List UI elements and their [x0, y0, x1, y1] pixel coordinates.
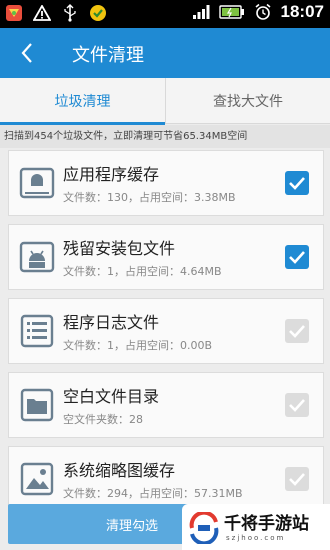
item-meta: 文件数：130，占用空间：3.38MB — [63, 191, 236, 204]
item-checkbox[interactable] — [285, 393, 309, 417]
app-cache-icon — [19, 165, 55, 201]
tab-label: 垃圾清理 — [54, 94, 111, 110]
list-item-thumbnail-cache[interactable]: 系统缩略图缓存 文件数：294，占用空间：57.31MB — [8, 446, 324, 512]
item-checkbox[interactable] — [285, 319, 309, 343]
list-item-log-files[interactable]: 程序日志文件 文件数：1，占用空间：0.00B — [8, 298, 324, 364]
item-meta: 文件数：1，占用空间：0.00B — [63, 339, 213, 352]
check-icon — [289, 251, 305, 264]
back-button[interactable] — [14, 38, 40, 68]
item-checkbox[interactable] — [285, 171, 309, 195]
page-title: 文件清理 — [72, 45, 144, 66]
tab-bar: 垃圾清理 查找大文件 — [0, 78, 330, 125]
app-icon — [4, 3, 24, 23]
item-meta: 文件数：1，占用空间：4.64MB — [63, 265, 222, 278]
android-package-icon — [19, 239, 55, 275]
status-time: 18:07 — [280, 2, 324, 21]
scan-summary: 扫描到454个垃圾文件，立即清理可节省65.34MB空间 — [0, 125, 330, 148]
item-name: 空白文件目录 — [63, 387, 160, 406]
watermark-url: szjhoo.com — [226, 534, 286, 542]
item-name: 程序日志文件 — [63, 313, 160, 332]
image-icon — [19, 461, 55, 497]
status-bar: 18:07 — [0, 0, 330, 28]
alarm-icon — [253, 2, 273, 22]
item-meta: 文件数：294，占用空间：57.31MB — [63, 487, 243, 500]
chevron-left-icon — [21, 43, 32, 63]
check-icon — [289, 325, 305, 338]
tab-find-large-files[interactable]: 查找大文件 — [165, 78, 330, 124]
folder-icon — [19, 387, 55, 423]
signal-icon — [191, 2, 211, 22]
watermark-text: 千将手游站 — [224, 514, 309, 534]
log-file-icon — [19, 313, 55, 349]
app2-icon — [88, 3, 108, 23]
tab-junk-clean[interactable]: 垃圾清理 — [0, 78, 165, 125]
list-item-app-cache[interactable]: 应用程序缓存 文件数：130，占用空间：3.38MB — [8, 150, 324, 216]
item-checkbox[interactable] — [285, 245, 309, 269]
list-item-residual-package[interactable]: 残留安装包文件 文件数：1，占用空间：4.64MB — [8, 224, 324, 290]
check-icon — [289, 177, 305, 190]
alert-icon — [32, 3, 52, 23]
item-checkbox[interactable] — [285, 467, 309, 491]
button-label: 清理勾选 — [105, 518, 158, 534]
watermark: 千将手游站 szjhoo.com — [182, 504, 330, 550]
watermark-logo-icon — [188, 510, 220, 546]
item-name: 应用程序缓存 — [63, 165, 160, 184]
item-meta: 空文件夹数：28 — [63, 413, 143, 426]
battery-icon — [218, 2, 245, 22]
check-icon — [289, 399, 305, 412]
item-name: 系统缩略图缓存 — [63, 461, 176, 480]
list-item-empty-folders[interactable]: 空白文件目录 空文件夹数：28 — [8, 372, 324, 438]
app-bar: 文件清理 — [0, 28, 330, 78]
tab-label: 查找大文件 — [213, 94, 283, 110]
usb-icon — [60, 3, 80, 23]
check-icon — [289, 473, 305, 486]
item-name: 残留安装包文件 — [63, 239, 176, 258]
